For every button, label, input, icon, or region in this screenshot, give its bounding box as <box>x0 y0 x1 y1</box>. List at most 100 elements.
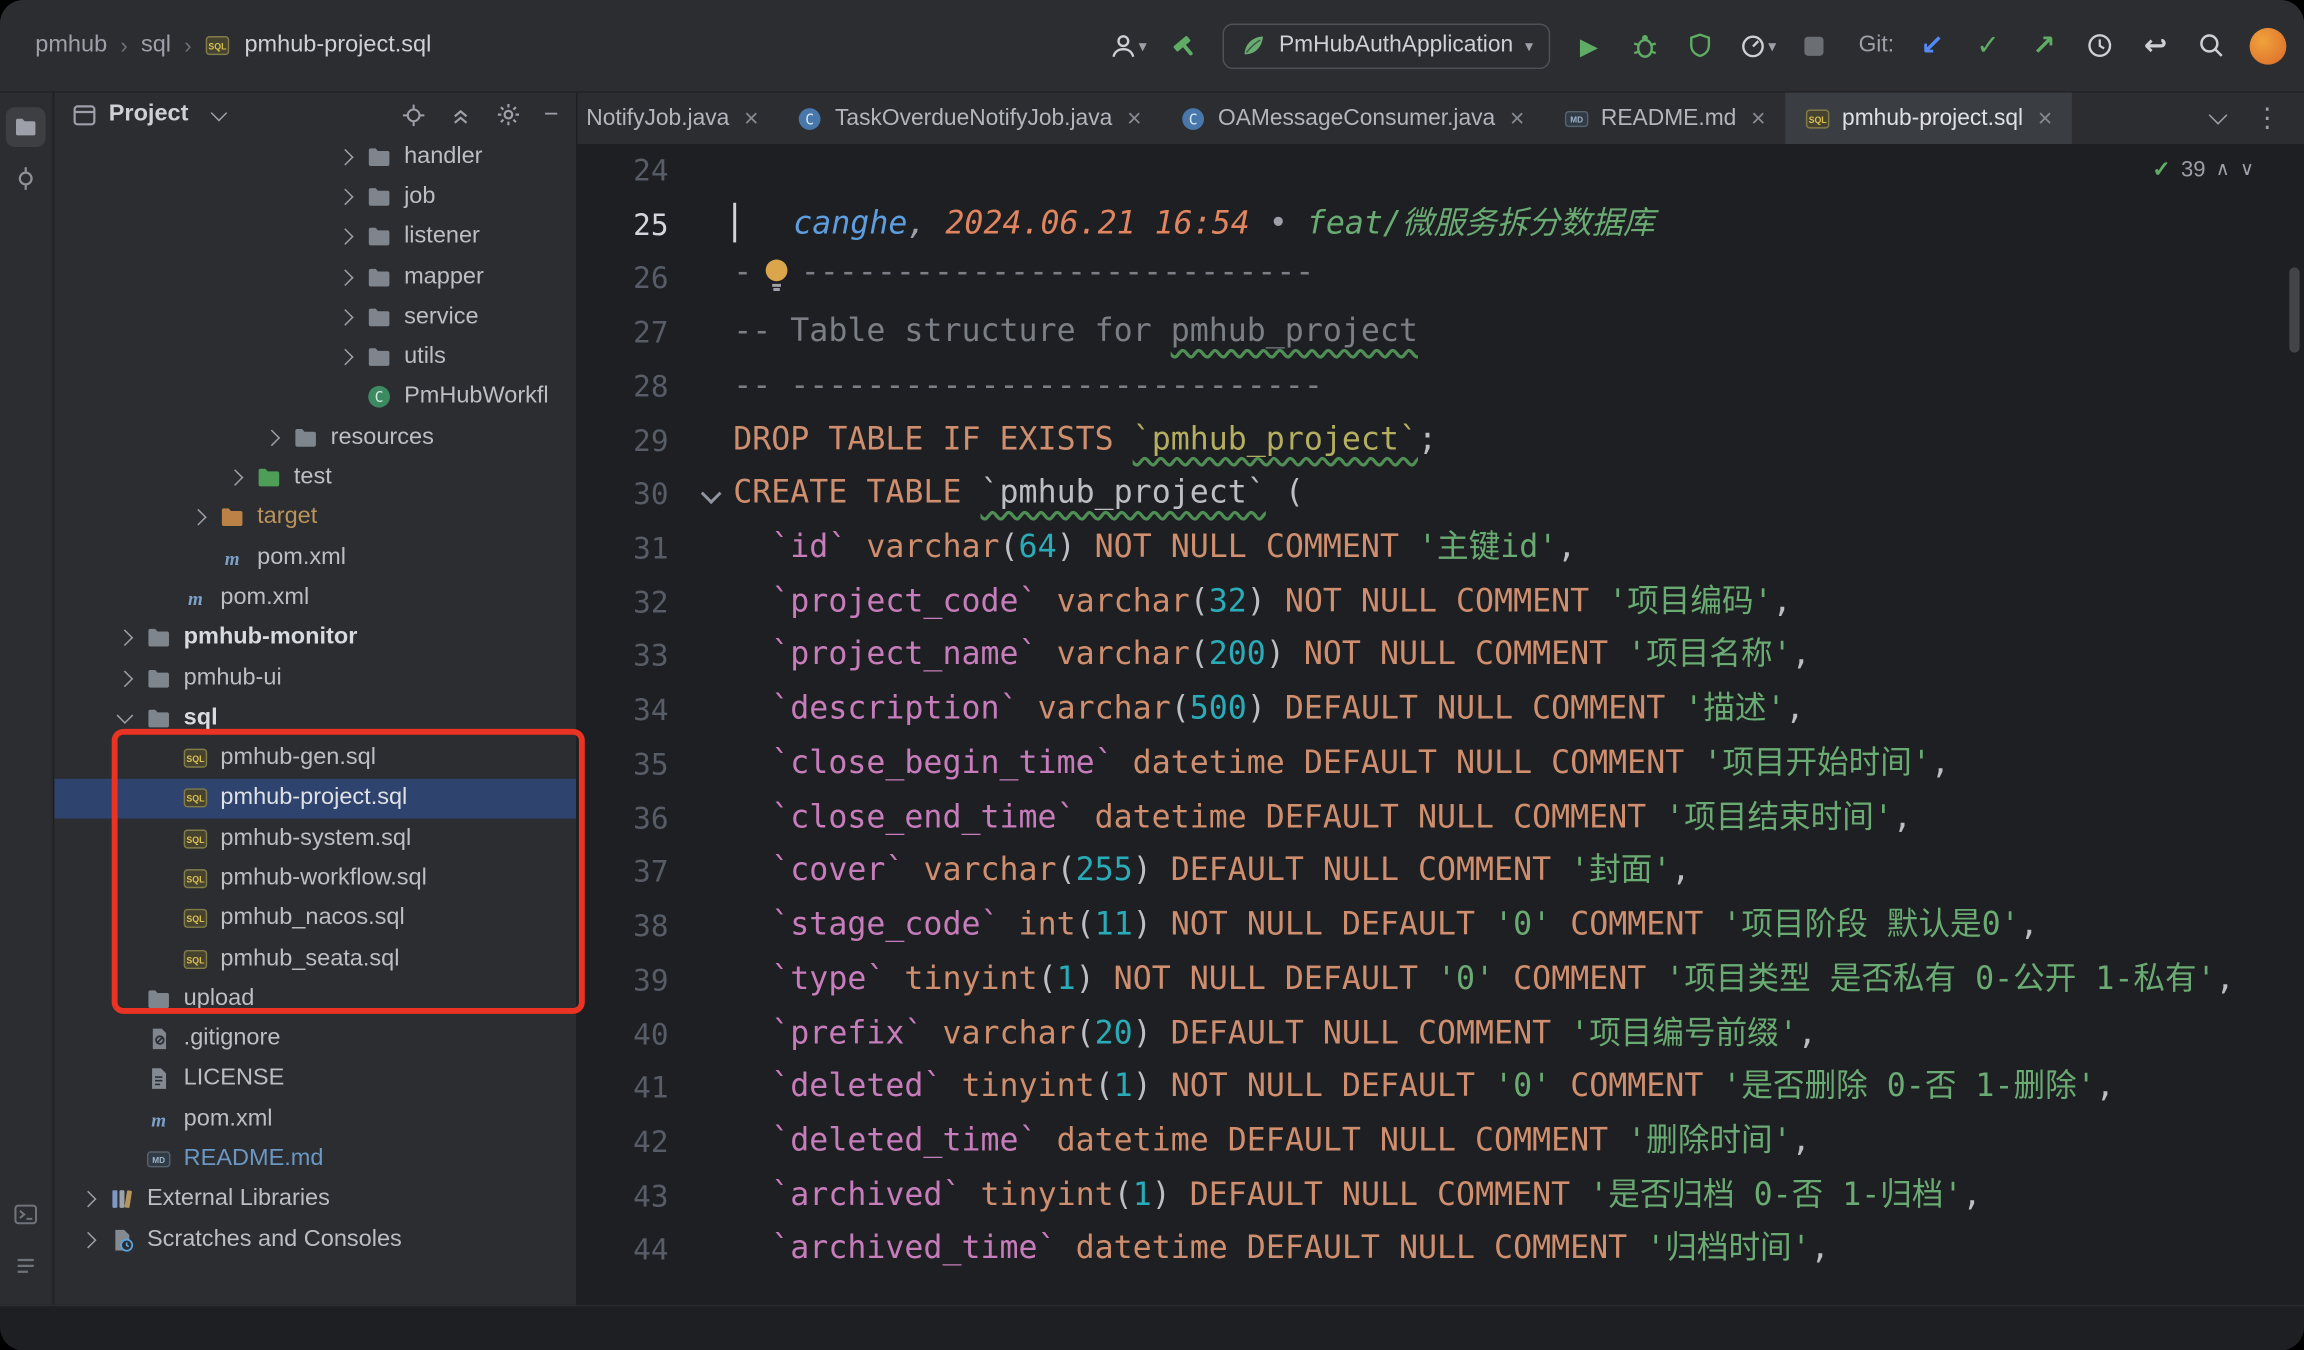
user-avatar[interactable] <box>2250 27 2287 64</box>
tree-item-upload[interactable]: upload <box>54 979 576 1019</box>
git-update-button[interactable]: ↙ <box>1915 26 1950 64</box>
tree-item-target[interactable]: target <box>54 498 576 538</box>
close-icon[interactable]: × <box>1510 104 1525 133</box>
search-everywhere-button[interactable] <box>2194 26 2229 64</box>
git-commit-button[interactable]: ✓ <box>1970 26 2005 64</box>
tree-item-resources[interactable]: resources <box>54 417 576 457</box>
tree-item-job[interactable]: job <box>54 177 576 217</box>
user-menu-button[interactable]: ▾ <box>1108 26 1147 64</box>
chevron-down-icon[interactable] <box>106 700 143 737</box>
chevron-right-icon[interactable] <box>216 459 253 496</box>
code-line[interactable]: 41 `deleted` tinyint(1) NOT NULL DEFAULT… <box>577 1061 2304 1115</box>
chevron-right-icon[interactable] <box>179 499 216 536</box>
coverage-button[interactable] <box>1683 26 1718 64</box>
previous-problem-button[interactable]: ∧ <box>2216 158 2230 180</box>
tree-item-pmhub-workflow-sql[interactable]: SQLpmhub-workflow.sql <box>54 859 576 899</box>
tab-notifyjob-java[interactable]: NotifyJob.java× <box>577 93 777 144</box>
code-line[interactable]: 39 `type` tinyint(1) NOT NULL DEFAULT '0… <box>577 953 2304 1007</box>
tree-item-listener[interactable]: listener <box>54 217 576 257</box>
close-icon[interactable]: × <box>2038 104 2053 133</box>
tree-item-pmhub-project-sql[interactable]: SQLpmhub-project.sql <box>54 778 576 818</box>
code-line[interactable]: 32 `project_code` varchar(32) NOT NULL C… <box>577 576 2304 630</box>
run-configuration-select[interactable]: PmHubAuthApplication ▾ <box>1223 23 1551 69</box>
code-line[interactable]: 30CREATE TABLE `pmhub_project` ( <box>577 468 2304 522</box>
tree-item-readme-md[interactable]: MDREADME.md <box>54 1139 576 1179</box>
tab-readme-md[interactable]: MDREADME.md× <box>1544 93 1785 144</box>
code-line[interactable]: 24 <box>577 144 2304 198</box>
close-icon[interactable]: × <box>1751 104 1766 133</box>
chevron-right-icon[interactable] <box>326 299 363 336</box>
chevron-right-icon[interactable] <box>326 178 363 215</box>
build-button[interactable] <box>1167 26 1202 64</box>
tree-item-pom-xml[interactable]: mpom.xml <box>54 1099 576 1139</box>
hide-panel-button[interactable]: − <box>544 100 559 129</box>
code-line[interactable]: 33 `project_name` varchar(200) NOT NULL … <box>577 630 2304 684</box>
tab-taskoverduenotifyjob-java[interactable]: CTaskOverdueNotifyJob.java× <box>778 93 1161 144</box>
chevron-right-icon[interactable] <box>326 339 363 376</box>
tree-item-service[interactable]: service <box>54 297 576 337</box>
tree-item-gitignore[interactable]: .gitignore <box>54 1019 576 1059</box>
code-line[interactable]: 28-- ---------------------------- <box>577 360 2304 414</box>
tree-item-pmhub-monitor[interactable]: pmhub-monitor <box>54 618 576 658</box>
tree-item-sql[interactable]: sql <box>54 698 576 738</box>
terminal-toolwindow-button[interactable] <box>6 1195 46 1235</box>
breadcrumb-folder[interactable]: sql <box>141 32 171 58</box>
inspections-widget[interactable]: ✓ 39 ∧ ∨ <box>2152 156 2254 182</box>
project-panel-title[interactable]: Project <box>109 101 189 127</box>
code-line[interactable]: 27-- Table structure for pmhub_project <box>577 306 2304 360</box>
code-line[interactable]: 36 `close_end_time` datetime DEFAULT NUL… <box>577 791 2304 845</box>
code-line[interactable]: 25 canghe, 2024.06.21 16:54 • feat/微服务拆分… <box>577 198 2304 252</box>
tree-item-license[interactable]: LICENSE <box>54 1059 576 1099</box>
tab-options-icon[interactable]: ⋮ <box>2254 103 2280 134</box>
tree-item-pmhub-seata-sql[interactable]: SQLpmhub_seata.sql <box>54 939 576 979</box>
git-rollback-button[interactable]: ↩ <box>2138 26 2173 64</box>
tree-item-pmhubworkfl[interactable]: CPmHubWorkfl <box>54 377 576 417</box>
tree-item-pmhub-ui[interactable]: pmhub-ui <box>54 658 576 698</box>
chevron-right-icon[interactable] <box>106 620 143 657</box>
tree-item-pmhub-gen-sql[interactable]: SQLpmhub-gen.sql <box>54 738 576 778</box>
tree-item-utils[interactable]: utils <box>54 337 576 377</box>
breadcrumb-project[interactable]: pmhub <box>35 32 107 58</box>
chevron-right-icon[interactable] <box>326 138 363 175</box>
code-line[interactable]: 42 `deleted_time` datetime DEFAULT NULL … <box>577 1115 2304 1169</box>
tree-item-mapper[interactable]: mapper <box>54 257 576 297</box>
editor-scrollbar[interactable] <box>2289 267 2299 352</box>
code-line[interactable]: 34 `description` varchar(500) DEFAULT NU… <box>577 684 2304 738</box>
chevron-right-icon[interactable] <box>253 419 290 456</box>
code-line[interactable]: 43 `archived` tinyint(1) DEFAULT NULL CO… <box>577 1169 2304 1223</box>
code-line[interactable]: 35 `close_begin_time` datetime DEFAULT N… <box>577 737 2304 791</box>
close-icon[interactable]: × <box>744 104 759 133</box>
chevron-right-icon[interactable] <box>326 259 363 296</box>
stop-button[interactable] <box>1797 26 1832 64</box>
git-history-button[interactable] <box>2082 26 2117 64</box>
code-line[interactable]: 44 `archived_time` datetime DEFAULT NULL… <box>577 1223 2304 1277</box>
tree-item-scratches-and-consoles[interactable]: Scratches and Consoles <box>54 1220 576 1260</box>
chevron-right-icon[interactable] <box>69 1221 106 1258</box>
chevron-right-icon[interactable] <box>69 1181 106 1218</box>
git-push-button[interactable]: ↗ <box>2026 26 2061 64</box>
locate-file-icon[interactable] <box>401 102 426 127</box>
tree-item-pom-xml[interactable]: mpom.xml <box>54 578 576 618</box>
profiler-button[interactable]: ▾ <box>1739 26 1777 64</box>
chevron-right-icon[interactable] <box>326 219 363 256</box>
intention-bulb-icon[interactable] <box>761 256 792 311</box>
tree-item-pmhub-nacos-sql[interactable]: SQLpmhub_nacos.sql <box>54 899 576 939</box>
code-line[interactable]: 31 `id` varchar(64) NOT NULL COMMENT '主键… <box>577 522 2304 576</box>
code-line[interactable]: 26---------------------------- <box>577 252 2304 306</box>
tree-item-test[interactable]: test <box>54 458 576 498</box>
code-line[interactable]: 29DROP TABLE IF EXISTS `pmhub_project`; <box>577 414 2304 468</box>
run-button[interactable]: ▶ <box>1571 26 1606 64</box>
chevron-right-icon[interactable] <box>106 660 143 697</box>
tree-item-handler[interactable]: handler <box>54 137 576 177</box>
fold-marker-icon[interactable] <box>701 484 722 505</box>
tab-oamessageconsumer-java[interactable]: COAMessageConsumer.java× <box>1161 93 1544 144</box>
close-icon[interactable]: × <box>1127 104 1142 133</box>
tree-item-external-libraries[interactable]: External Libraries <box>54 1180 576 1220</box>
hidden-tabs-chevron-icon[interactable] <box>2209 106 2228 125</box>
commit-toolwindow-button[interactable] <box>6 159 46 199</box>
code-line[interactable]: 40 `prefix` varchar(20) DEFAULT NULL COM… <box>577 1007 2304 1061</box>
breadcrumb-file[interactable]: pmhub-project.sql <box>244 32 431 58</box>
debug-button[interactable] <box>1627 26 1662 64</box>
tree-item-pom-xml[interactable]: mpom.xml <box>54 538 576 578</box>
gear-icon[interactable] <box>495 101 521 127</box>
